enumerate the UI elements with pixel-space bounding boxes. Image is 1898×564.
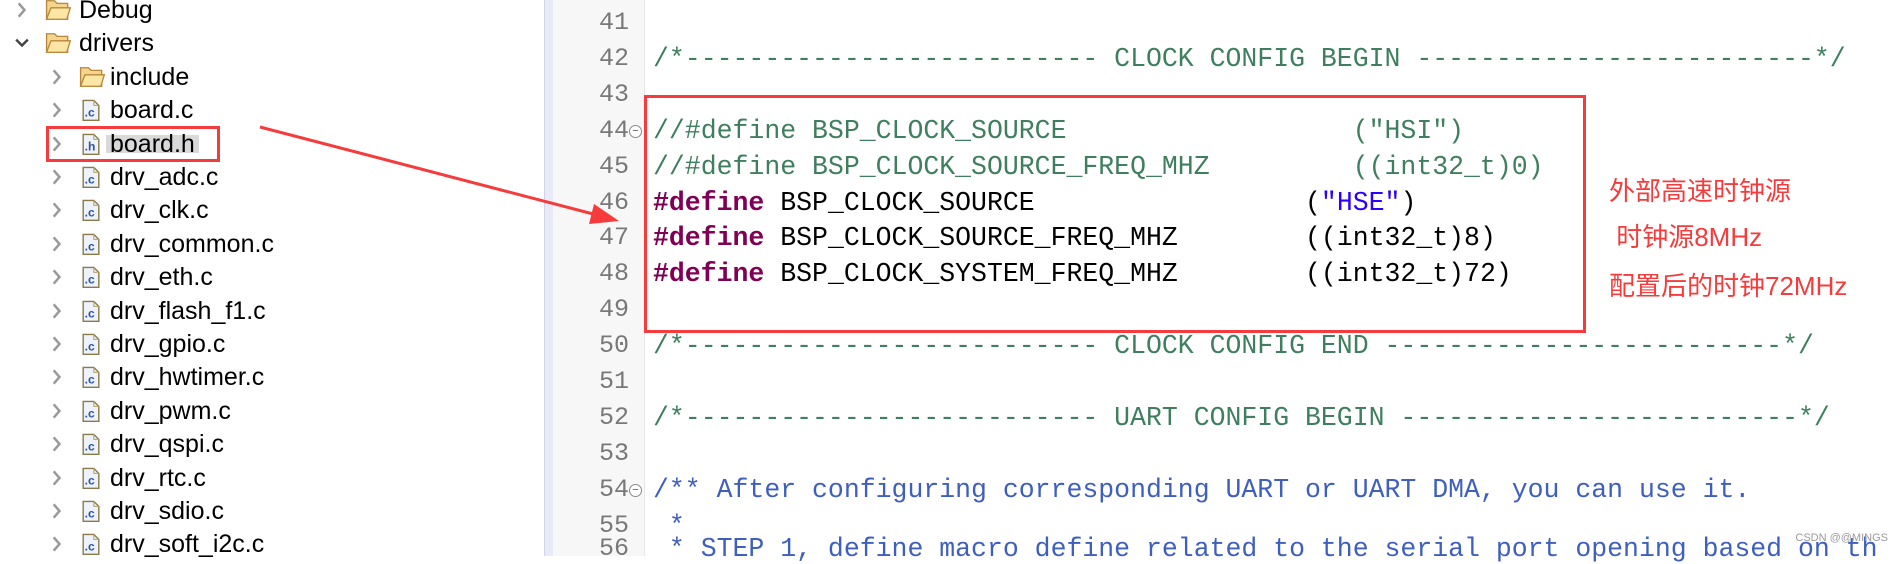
arrow-shaft: [259, 125, 598, 217]
watermark: CSDN @@MINGS: [1795, 532, 1888, 544]
arrow-head: [589, 204, 619, 224]
annotation-arrow: [259, 125, 619, 224]
